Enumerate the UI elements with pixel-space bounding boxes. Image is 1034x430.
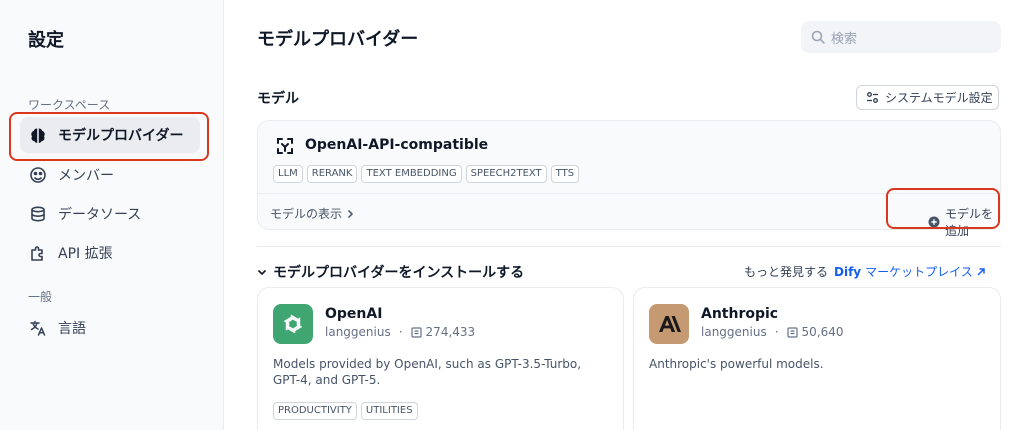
section-divider — [257, 246, 1001, 247]
settings-sliders-icon — [866, 91, 879, 104]
plugin-name: OpenAI — [325, 306, 383, 322]
plugin-install-count: 274,433 — [425, 325, 476, 339]
sidebar: 設定 ワークスペース モデルプロバイダー メンバー データソース API 拡張 … — [0, 0, 224, 430]
page-title: モデルプロバイダー — [257, 29, 419, 50]
members-icon — [28, 165, 48, 185]
plugin-card-anthropic[interactable]: Anthropic langgenius · 50,640 Anthropic'… — [633, 287, 1001, 430]
provider-tags: LLM RERANK TEXT EMBEDDING SPEECH2TEXT TT… — [273, 165, 580, 183]
sidebar-item-members[interactable]: メンバー — [20, 157, 200, 193]
install-section-toggle[interactable]: モデルプロバイダーをインストールする — [257, 262, 524, 282]
database-icon — [28, 204, 48, 224]
openai-compatible-logo-icon — [274, 135, 296, 157]
arrow-up-right-icon — [976, 267, 986, 277]
meta-separator: · — [398, 325, 403, 339]
market-brand: Dify — [834, 264, 862, 279]
plugin-author: langgenius — [701, 325, 767, 339]
chevron-down-icon — [257, 267, 267, 277]
models-section-title: モデル — [257, 91, 299, 107]
model-type-tag: RERANK — [306, 165, 358, 183]
search-input[interactable]: 検索 — [801, 21, 1001, 53]
openai-logo-icon — [273, 304, 313, 344]
puzzle-icon — [28, 243, 48, 263]
plugin-description-line: GPT-4, and GPT-5. — [273, 373, 381, 387]
translate-icon — [28, 318, 48, 338]
model-type-tag: SPEECH2TEXT — [465, 165, 547, 183]
plugin-install-count: 50,640 — [801, 325, 844, 339]
model-type-tag: LLM — [273, 165, 303, 183]
view-models-label: モデルの表示 — [270, 207, 343, 221]
plugin-name: Anthropic — [701, 306, 779, 322]
market-prefix: もっと発見する — [744, 265, 829, 279]
model-type-tag: TTS — [550, 165, 580, 183]
sidebar-item-label: メンバー — [58, 168, 114, 184]
system-model-settings-button[interactable]: システムモデル設定 — [856, 85, 999, 110]
system-model-settings-label: システムモデル設定 — [885, 91, 993, 105]
plugin-description: Models provided by OpenAI, such as GPT-3… — [273, 356, 581, 388]
install-count-icon — [410, 326, 422, 338]
search-icon — [811, 30, 825, 44]
plugin-description: Anthropic's powerful models. — [649, 356, 824, 372]
workspace-section-label: ワークスペース — [28, 98, 111, 112]
sidebar-item-label: 言語 — [58, 321, 86, 337]
market-link-label: マーケットプレイス — [865, 265, 973, 279]
view-models-button[interactable]: モデルの表示 — [270, 205, 355, 222]
settings-title: 設定 — [28, 30, 64, 51]
general-section-label: 一般 — [28, 290, 53, 304]
plugin-tag: UTILITIES — [360, 402, 418, 420]
highlight-frame-model-provider — [9, 112, 209, 161]
chevron-right-icon — [345, 209, 355, 219]
plugin-meta: langgenius · 50,640 — [701, 325, 844, 339]
plugin-card-openai[interactable]: OpenAI langgenius · 274,433 Models provi… — [257, 287, 624, 430]
search-placeholder: 検索 — [831, 31, 858, 47]
sidebar-item-language[interactable]: 言語 — [20, 310, 200, 346]
sidebar-item-label: API 拡張 — [58, 246, 113, 262]
plugin-meta: langgenius · 274,433 — [325, 325, 475, 339]
provider-name: OpenAI-API-compatible — [305, 137, 489, 153]
model-type-tag: TEXT EMBEDDING — [361, 165, 462, 183]
plugin-tag: PRODUCTIVITY — [273, 402, 357, 420]
plugin-description-line: Models provided by OpenAI, such as GPT-3… — [273, 357, 582, 371]
plugin-tags: PRODUCTIVITY UTILITIES — [273, 402, 418, 420]
marketplace-link[interactable]: もっと発見する Dify マーケットプレイス — [744, 263, 986, 280]
sidebar-item-api-extension[interactable]: API 拡張 — [20, 235, 200, 271]
plugin-description-line: Anthropic's powerful models. — [649, 357, 824, 371]
highlight-frame-add-model — [886, 188, 1000, 229]
plugin-author: langgenius — [325, 325, 391, 339]
meta-separator: · — [774, 325, 779, 339]
sidebar-item-data-source[interactable]: データソース — [20, 196, 200, 232]
install-section-title: モデルプロバイダーをインストールする — [273, 265, 525, 281]
sidebar-item-label: データソース — [58, 207, 142, 223]
install-count-icon — [786, 326, 798, 338]
anthropic-logo-icon — [649, 304, 689, 344]
